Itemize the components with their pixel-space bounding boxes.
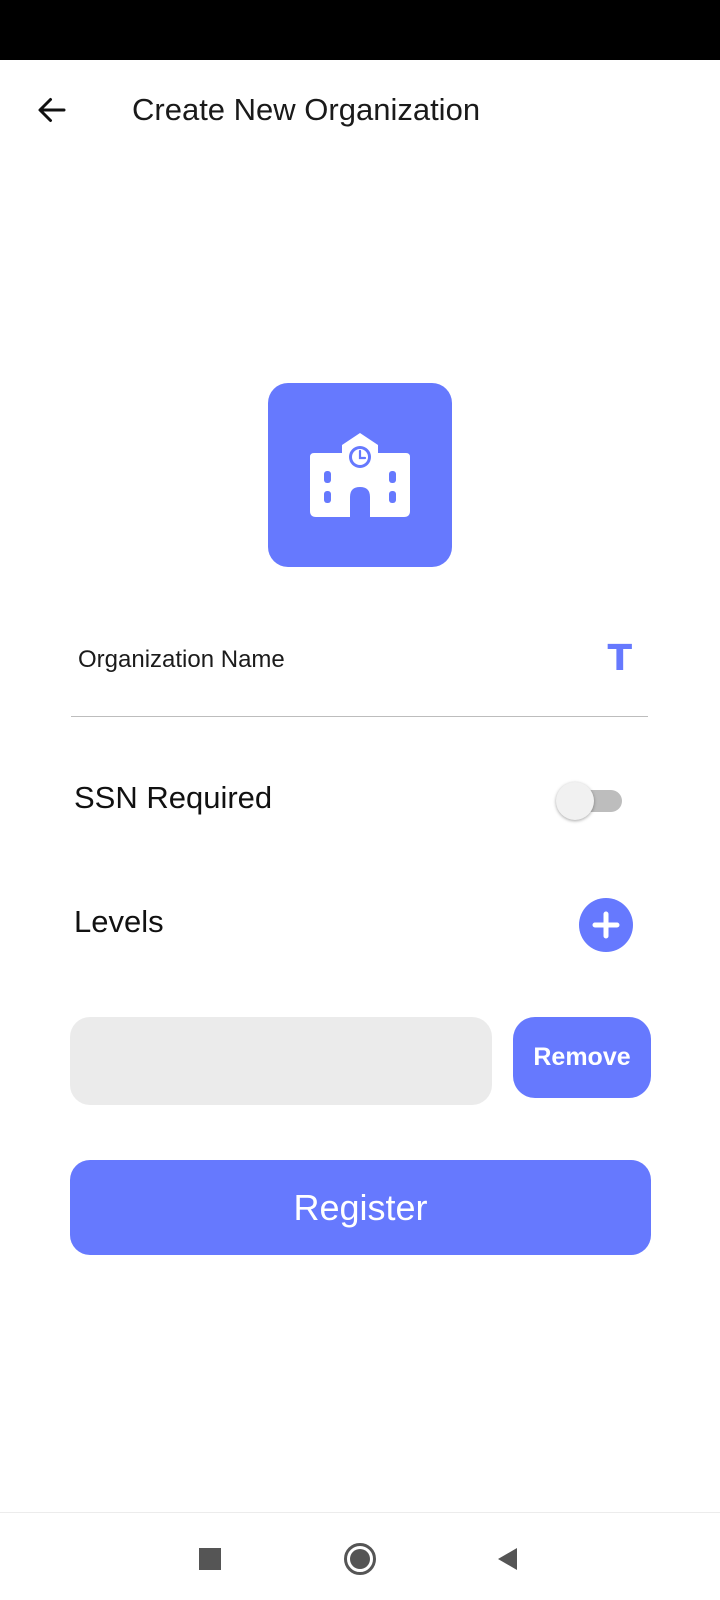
add-level-button[interactable] [579,898,633,952]
school-building-icon [310,433,410,517]
arrow-left-icon [38,98,66,122]
system-back-button[interactable] [484,1535,532,1583]
remove-level-button[interactable]: Remove [513,1017,651,1098]
ssn-required-label: SSN Required [74,780,273,815]
organization-logo[interactable] [268,383,452,567]
home-button[interactable] [336,1535,384,1583]
back-button[interactable] [28,86,76,134]
organization-name-field[interactable]: T [71,625,648,717]
organization-name-input[interactable] [71,625,571,695]
toggle-thumb [556,782,594,820]
text-type-icon: T [607,638,632,679]
square-icon [199,1548,221,1570]
recents-button[interactable] [186,1535,234,1583]
triangle-back-icon [498,1548,517,1570]
app-bar: Create New Organization [0,60,720,164]
circle-icon [344,1543,376,1575]
page-title: Create New Organization [132,92,481,127]
register-button[interactable]: Register [70,1160,651,1255]
status-bar [0,0,720,60]
levels-label: Levels [74,904,164,939]
plus-icon [592,911,620,939]
system-navigation-bar [0,1512,720,1600]
ssn-required-toggle[interactable] [556,782,626,820]
level-input[interactable] [70,1017,492,1105]
